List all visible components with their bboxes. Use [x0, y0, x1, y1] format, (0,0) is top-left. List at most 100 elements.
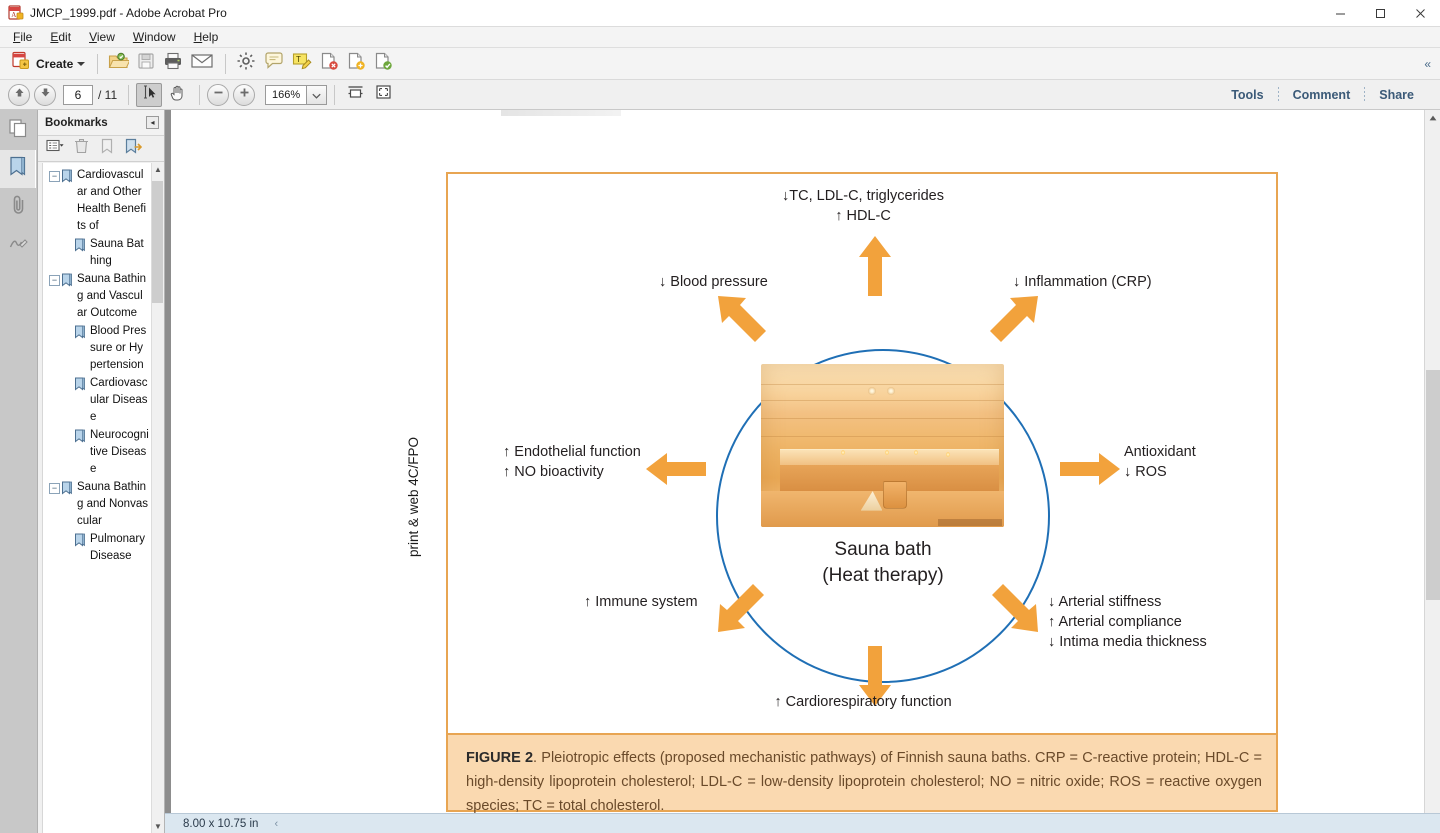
- menu-edit[interactable]: Edit: [41, 28, 80, 46]
- bookmark-item[interactable]: Neurocognitive Disease: [43, 427, 151, 478]
- scroll-down-icon[interactable]: ▼: [154, 822, 162, 831]
- close-button[interactable]: [1400, 0, 1440, 27]
- minimize-button[interactable]: [1320, 0, 1360, 27]
- rail-item-signatures[interactable]: [0, 226, 36, 264]
- menu-file[interactable]: File: [4, 28, 41, 46]
- save-icon: [137, 52, 155, 75]
- zoom-out-button[interactable]: [207, 83, 230, 106]
- share-button[interactable]: Share: [1365, 88, 1428, 102]
- bookmark-label: Cardiovascular Disease: [90, 377, 148, 423]
- sticky-note-button[interactable]: [261, 51, 287, 77]
- label-top-right: ↓ Inflammation (CRP): [1013, 272, 1152, 292]
- bookmark-expander-icon[interactable]: −: [49, 483, 60, 494]
- bookmarks-options-button[interactable]: [43, 138, 67, 160]
- window-controls: [1320, 0, 1440, 27]
- next-page-button[interactable]: [34, 83, 56, 106]
- arrow-down-right: [988, 582, 1040, 634]
- print-web-note: print & web 4C/FPO: [406, 436, 421, 557]
- document-viewport[interactable]: print & web 4C/FPO Sauna bath (Heat ther…: [165, 110, 1440, 833]
- sauna-interior-photo: [761, 364, 1004, 527]
- comment-button[interactable]: Comment: [1279, 88, 1365, 102]
- menu-bar: File Edit View Window Help: [0, 27, 1440, 48]
- window-title: JMCP_1999.pdf - Adobe Acrobat Pro: [30, 6, 227, 20]
- bookmark-icon: [8, 156, 27, 182]
- expand-bookmark-button[interactable]: [121, 138, 145, 160]
- rail-item-bookmarks[interactable]: [0, 150, 36, 188]
- email-button[interactable]: [188, 51, 216, 77]
- tools-button[interactable]: Tools: [1217, 88, 1277, 102]
- menu-view[interactable]: View: [80, 28, 124, 46]
- label-top-right-line-1: ↓ Inflammation (CRP): [1013, 274, 1152, 290]
- bookmark-item[interactable]: Blood Pressure or Hypertension: [43, 323, 151, 374]
- label-bottom: ↑ Cardiorespiratory function: [708, 692, 1018, 712]
- previous-page-button[interactable]: [8, 83, 30, 106]
- bookmark-icon: [74, 325, 88, 344]
- export-pdf-button[interactable]: [317, 51, 342, 77]
- document-scrollbar-thumb[interactable]: [1426, 370, 1440, 600]
- bookmark-item[interactable]: − Cardiovascular and Other Health Benefit…: [43, 167, 151, 235]
- navigation-toolbar: 6 / 11 166% Tools Comment Share: [0, 80, 1440, 110]
- arrow-left: [646, 452, 706, 486]
- label-top: ↓TC, LDL-C, triglycerides ↑ HDL-C: [708, 186, 1018, 226]
- zoom-dropdown-button[interactable]: [307, 84, 328, 105]
- settings-icon: [236, 51, 256, 76]
- status-expand-button[interactable]: ‹: [274, 818, 278, 830]
- bookmark-item[interactable]: Pulmonary Disease: [43, 531, 151, 565]
- bookmark-item[interactable]: Sauna Bathing: [43, 236, 151, 270]
- bookmark-label: Sauna Bathing and Nonvascular: [77, 481, 148, 527]
- fit-page-icon: [375, 84, 392, 105]
- bookmark-item[interactable]: − Sauna Bathing and Nonvascular: [43, 479, 151, 530]
- send-for-review-button[interactable]: [371, 51, 396, 77]
- bookmark-expander-icon[interactable]: −: [49, 275, 60, 286]
- delete-bookmark-button[interactable]: [69, 138, 93, 160]
- maximize-button[interactable]: [1360, 0, 1400, 27]
- menu-window[interactable]: Window: [124, 28, 185, 46]
- rail-item-attachments[interactable]: [0, 188, 36, 226]
- fit-width-button[interactable]: [342, 83, 368, 107]
- bookmarks-scrollbar[interactable]: ▲ ▼: [151, 163, 164, 833]
- bookmark-item[interactable]: Cardiovascular Disease: [43, 375, 151, 426]
- label-right-line-1: Antioxidant: [1124, 444, 1196, 460]
- menu-help-label: elp: [202, 30, 219, 44]
- scrollbar-thumb[interactable]: [152, 181, 163, 303]
- bookmark-expander-icon[interactable]: −: [49, 171, 60, 182]
- new-bookmark-button[interactable]: [95, 138, 119, 160]
- arrow-up-left: [716, 294, 768, 346]
- page-number-input[interactable]: 6: [63, 84, 93, 105]
- select-tool-button[interactable]: [136, 82, 163, 107]
- bookmark-label: Pulmonary Disease: [90, 533, 145, 562]
- svg-text:T: T: [296, 55, 301, 64]
- menu-help[interactable]: Help: [185, 28, 228, 46]
- label-bottom-right-line-1: ↓ Arterial stiffness: [1048, 594, 1162, 610]
- create-pdf-button[interactable]: Create: [8, 51, 88, 77]
- zoom-in-button[interactable]: [233, 83, 256, 106]
- bookmarks-collapse-button[interactable]: ◂: [146, 116, 159, 129]
- scroll-up-icon[interactable]: ▲: [154, 165, 162, 174]
- pages-icon: [8, 118, 29, 144]
- create-pdf-tool-button[interactable]: [344, 51, 369, 77]
- hand-tool-button[interactable]: [164, 83, 190, 107]
- settings-button[interactable]: [233, 51, 259, 77]
- open-file-button[interactable]: [105, 51, 132, 77]
- rail-item-page-thumbnails[interactable]: [0, 112, 36, 150]
- save-button[interactable]: [134, 51, 158, 77]
- paperclip-icon: [9, 194, 28, 220]
- nav-separator-1: [128, 84, 130, 105]
- document-scrollbar[interactable]: [1424, 110, 1440, 833]
- toolbar-collapse-button[interactable]: «: [1424, 57, 1431, 71]
- pdf-page: print & web 4C/FPO Sauna bath (Heat ther…: [165, 110, 1424, 833]
- toolbar-separator-2: [225, 53, 227, 74]
- menu-window-label: indow: [144, 30, 176, 44]
- zoom-level-input[interactable]: 166%: [265, 84, 308, 105]
- arrow-up-right: [988, 294, 1040, 346]
- print-button[interactable]: [160, 51, 186, 77]
- fit-page-button[interactable]: [370, 83, 396, 107]
- figure-frame: Sauna bath (Heat therapy) ↓TC, LDL-C, tr…: [446, 172, 1278, 735]
- bookmark-item[interactable]: − Sauna Bathing and Vascular Outcome: [43, 271, 151, 322]
- bookmarks-tree[interactable]: − Cardiovascular and Other Health Benefit…: [42, 163, 164, 833]
- highlight-text-button[interactable]: T: [289, 51, 315, 77]
- bookmark-icon: [74, 533, 88, 552]
- create-pdf-icon: [11, 51, 31, 76]
- label-bottom-right-line-2: ↑ Arterial compliance: [1048, 614, 1182, 630]
- scroll-up-button[interactable]: [1425, 110, 1440, 126]
